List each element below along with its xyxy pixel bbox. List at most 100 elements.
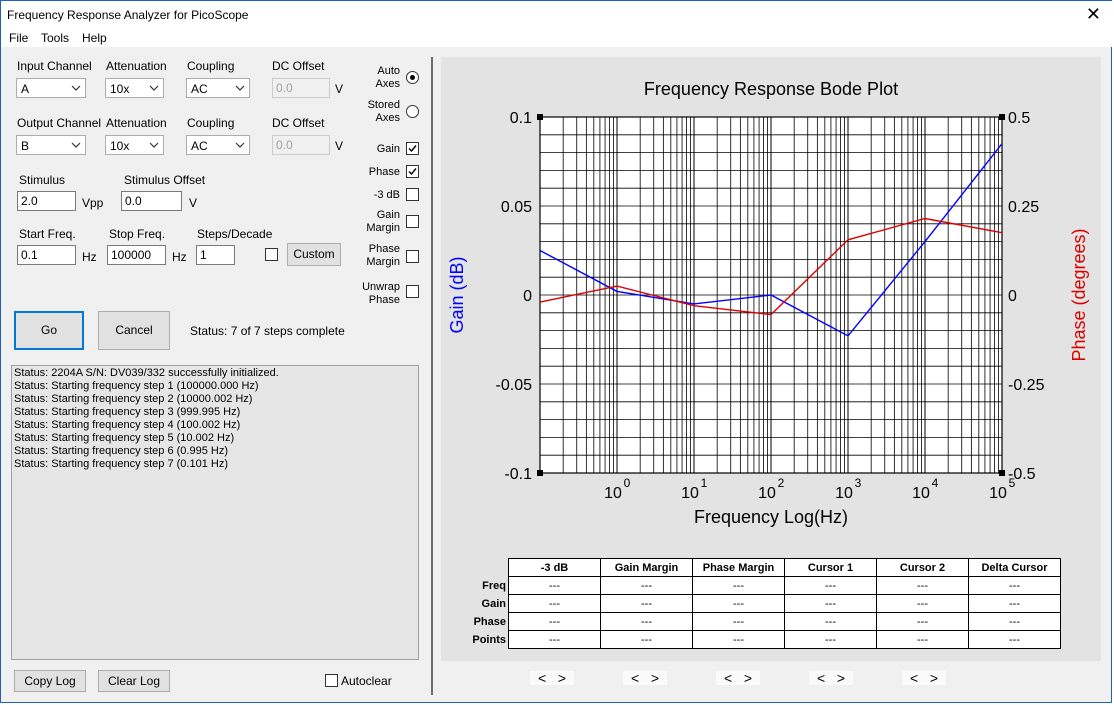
table-cell: --- xyxy=(600,594,693,613)
start-freq-field[interactable]: 0.1 xyxy=(17,245,76,265)
x-axis-label: Frequency Log(Hz) xyxy=(694,507,848,527)
stimulus-label: Stimulus xyxy=(19,173,66,187)
go-button[interactable]: Go xyxy=(14,311,84,350)
row-header: Phase xyxy=(473,615,506,628)
chevron-down-icon xyxy=(235,85,245,91)
y-tick-label: -0.1 xyxy=(504,466,532,483)
next-icon[interactable]: > xyxy=(558,670,566,686)
x-tick-base: 10 xyxy=(835,485,853,502)
table-cell: --- xyxy=(876,612,969,631)
menu-tools[interactable]: Tools xyxy=(41,31,69,45)
status-text: Status: 7 of 7 steps complete xyxy=(190,324,345,338)
stop-freq-field[interactable]: 100000 xyxy=(107,245,166,265)
close-icon[interactable]: ✕ xyxy=(1086,3,1101,25)
stop-freq-label: Stop Freq. xyxy=(109,227,166,241)
cursor-nav-1: < > xyxy=(530,671,574,685)
table-cell: --- xyxy=(692,630,785,649)
next-icon[interactable]: > xyxy=(744,670,752,686)
input-coupling-select[interactable]: AC xyxy=(186,78,250,98)
bode-plot[interactable]: Frequency Response Bode Plot 0.1 0.05 0 -0.0… xyxy=(441,57,1101,553)
table-cell: --- xyxy=(600,576,693,595)
stimulus-offset-label: Stimulus Offset xyxy=(124,173,206,187)
stimulus-offset-field[interactable]: 0.0 xyxy=(121,191,182,211)
log-line: Status: Starting frequency step 3 (999.9… xyxy=(14,406,241,418)
output-attenuation-label: Attenuation xyxy=(106,116,167,130)
phase-label: Phase xyxy=(368,166,400,178)
table-row: Phase --- --- --- --- --- --- xyxy=(454,612,1061,631)
table-cell: --- xyxy=(968,576,1061,595)
output-dc-unit: V xyxy=(335,139,344,153)
prev-icon[interactable]: < xyxy=(724,670,732,686)
panel-divider[interactable] xyxy=(431,57,433,695)
minus-3db-checkbox[interactable] xyxy=(406,188,419,201)
chart-title: Frequency Response Bode Plot xyxy=(644,79,898,99)
cursor-nav-4: < > xyxy=(809,671,853,685)
table-cell: --- xyxy=(784,594,877,613)
x-tick-exponent: 5 xyxy=(1009,476,1016,490)
stimulus-field[interactable]: 2.0 xyxy=(17,191,76,211)
window-title: Frequency Response Analyzer for PicoScop… xyxy=(7,8,249,22)
column-header: Phase Margin xyxy=(692,558,785,577)
x-tick-exponent: 1 xyxy=(701,476,708,490)
input-channel-select[interactable]: A xyxy=(16,78,86,98)
gain-margin-label: Gain Margin xyxy=(366,209,400,234)
gain-margin-checkbox[interactable] xyxy=(406,215,419,228)
table-cell: --- xyxy=(508,612,601,631)
custom-button[interactable]: Custom xyxy=(287,243,341,266)
input-dc-offset-label: DC Offset xyxy=(272,59,325,73)
table-cell: --- xyxy=(692,594,785,613)
y-tick-label: 0.1 xyxy=(510,110,532,127)
autoclear-checkbox[interactable] xyxy=(325,674,338,687)
column-header: Delta Cursor xyxy=(968,558,1061,577)
input-dc-offset-field[interactable]: 0.0 xyxy=(272,78,330,98)
auto-axes-radio[interactable] xyxy=(406,71,419,84)
custom-checkbox[interactable] xyxy=(265,248,278,261)
clear-log-button[interactable]: Clear Log xyxy=(98,670,170,692)
menu-file[interactable]: File xyxy=(9,31,28,45)
steps-decade-field[interactable]: 1 xyxy=(196,245,235,265)
table-cell: --- xyxy=(600,612,693,631)
table-cell: --- xyxy=(968,594,1061,613)
phase-margin-checkbox[interactable] xyxy=(406,250,419,263)
input-attenuation-select[interactable]: 10x xyxy=(105,78,164,98)
autoclear-label: Autoclear xyxy=(341,674,392,688)
next-icon[interactable]: > xyxy=(837,670,845,686)
copy-log-button[interactable]: Copy Log xyxy=(14,670,86,692)
minus-3db-label: -3 dB xyxy=(373,189,400,201)
start-freq-label: Start Freq. xyxy=(19,227,76,241)
table-cell: --- xyxy=(508,594,601,613)
output-channel-select[interactable]: B xyxy=(16,135,86,155)
next-icon[interactable]: > xyxy=(930,670,938,686)
prev-icon[interactable]: < xyxy=(910,670,918,686)
x-tick-base: 10 xyxy=(912,485,930,502)
chevron-down-icon xyxy=(235,142,245,148)
log-line: Status: Starting frequency step 5 (10.00… xyxy=(14,432,235,444)
next-icon[interactable]: > xyxy=(651,670,659,686)
table-header-row: -3 dB Gain Margin Phase Margin Cursor 1 … xyxy=(454,558,1061,577)
prev-icon[interactable]: < xyxy=(817,670,825,686)
row-header: Points xyxy=(472,633,506,646)
column-header: Gain Margin xyxy=(600,558,693,577)
x-tick-base: 10 xyxy=(758,485,776,502)
prev-icon[interactable]: < xyxy=(538,670,546,686)
phase-checkbox[interactable] xyxy=(406,165,419,178)
cancel-button[interactable]: Cancel xyxy=(98,311,170,350)
table-cell: --- xyxy=(784,630,877,649)
cursor-nav-3: < > xyxy=(716,671,760,685)
y-tick-label: 0 xyxy=(523,288,532,305)
prev-icon[interactable]: < xyxy=(631,670,639,686)
status-log[interactable]: Status: 2204A S/N: DV039/332 successfull… xyxy=(11,365,419,660)
table-cell: --- xyxy=(784,576,877,595)
gain-checkbox[interactable] xyxy=(406,142,419,155)
output-dc-offset-field[interactable]: 0.0 xyxy=(272,135,330,155)
unwrap-phase-checkbox[interactable] xyxy=(406,285,419,298)
output-channel-label: Output Channel xyxy=(17,116,102,130)
axis-corner-marker xyxy=(999,470,1005,476)
x-tick-base: 10 xyxy=(604,485,622,502)
stored-axes-radio[interactable] xyxy=(406,105,419,118)
output-attenuation-select[interactable]: 10x xyxy=(105,135,164,155)
menu-help[interactable]: Help xyxy=(82,31,107,45)
table-cell: --- xyxy=(876,576,969,595)
phase-margin-label: Phase Margin xyxy=(366,243,400,268)
output-coupling-select[interactable]: AC xyxy=(186,135,250,155)
